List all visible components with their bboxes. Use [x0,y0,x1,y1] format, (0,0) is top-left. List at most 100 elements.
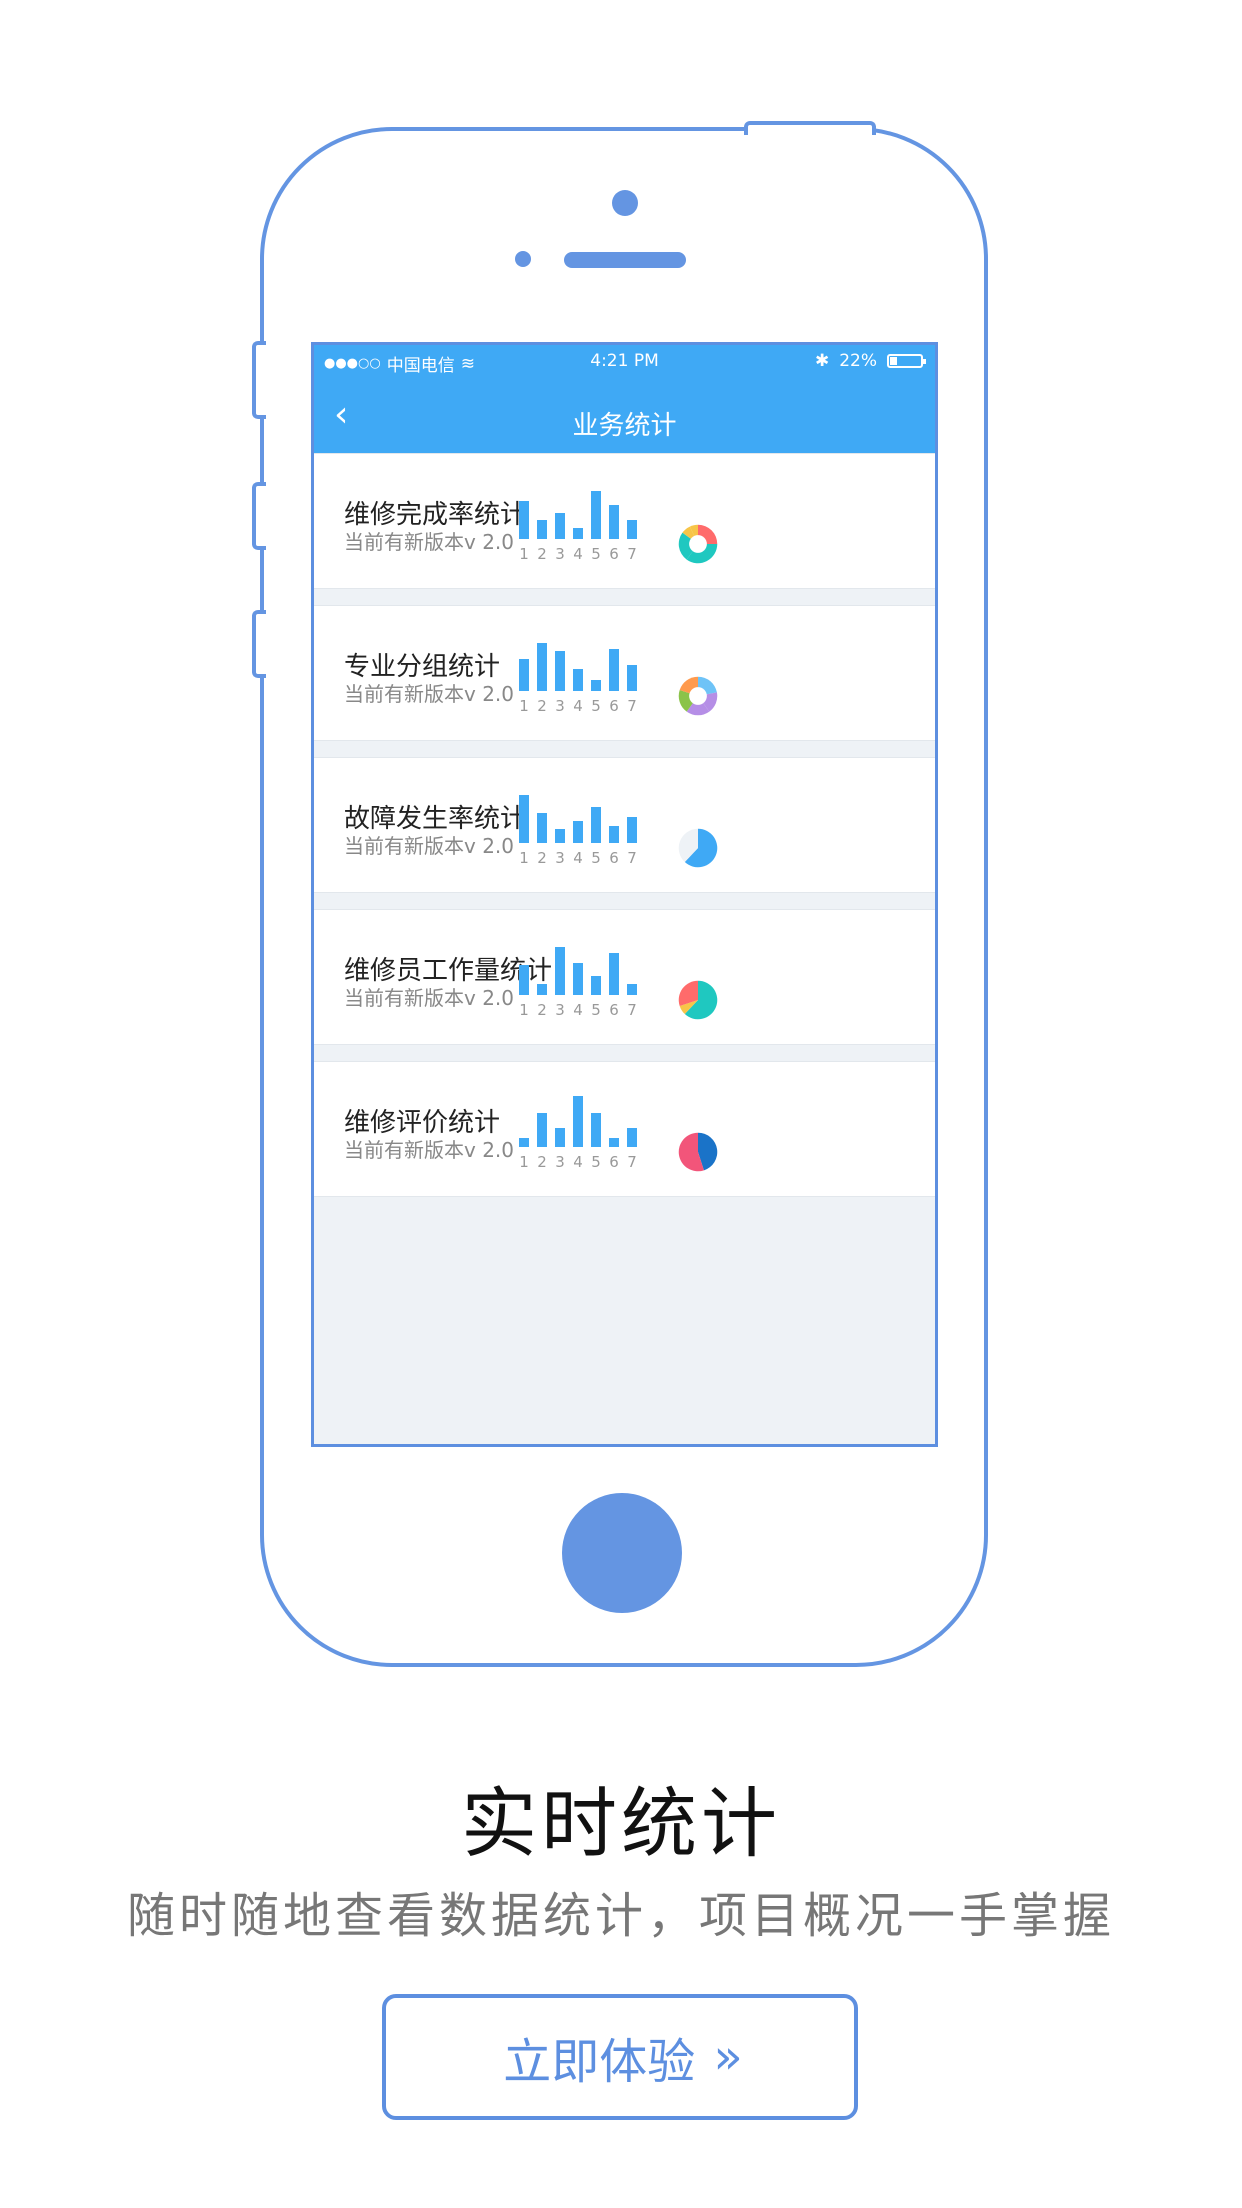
mini-pie-chart [678,676,718,716]
chart-tick-label: 6 [609,1001,619,1019]
chart-bar [573,1096,583,1147]
chart-tick-label: 7 [627,545,637,563]
chart-bar [519,659,529,691]
chart-bar [555,829,565,843]
front-camera [612,190,638,216]
chart-tick-label: 3 [555,849,565,867]
chart-bar [591,680,601,691]
chart-bar [609,649,619,691]
chart-tick-label: 4 [573,1153,583,1171]
chart-tick-label: 2 [537,697,547,715]
donut-hole [689,687,707,705]
chart-tick-label: 2 [537,1153,547,1171]
chart-tick-label: 2 [537,545,547,563]
chart-tick-label: 4 [573,545,583,563]
volume-down-button [252,610,266,678]
chart-tick-label: 7 [627,1001,637,1019]
chart-bar [591,976,601,995]
chart-tick-label: 2 [537,1001,547,1019]
chart-tick-label: 1 [519,849,529,867]
battery-percent: 22% [839,351,877,371]
chart-tick-label: 1 [519,697,529,715]
chart-bar [627,1128,637,1147]
chart-bar [609,1138,619,1147]
chart-tick-label: 1 [519,1153,529,1171]
chart-bar [537,520,547,539]
chart-bar [555,1128,565,1147]
power-button [744,121,876,135]
chart-bar [573,669,583,691]
stat-card[interactable]: 专业分组统计 当前有新版本v 2.0 1 2 3 4 5 6 7 [314,605,935,741]
home-button[interactable] [562,1493,682,1613]
chart-bar [519,1138,529,1147]
chart-tick-label: 7 [627,697,637,715]
chart-tick-label: 4 [573,1001,583,1019]
donut-hole [689,535,707,553]
chart-tick-label: 3 [555,545,565,563]
chart-bar [627,520,637,539]
chart-bar [573,528,583,539]
chart-bar [591,1113,601,1147]
chart-tick-label: 4 [573,697,583,715]
chart-tick-label: 3 [555,697,565,715]
chart-bar [573,821,583,843]
chart-bar [609,953,619,995]
chart-bar [555,513,565,539]
chart-tick-label: 5 [591,1001,601,1019]
chart-tick-label: 5 [591,849,601,867]
chart-bar [537,813,547,843]
chart-tick-label: 1 [519,1001,529,1019]
chart-tick-label: 5 [591,697,601,715]
chart-bar [537,1113,547,1147]
chart-tick-label: 1 [519,545,529,563]
mute-switch [252,341,266,419]
chart-bar [555,651,565,691]
chart-tick-label: 6 [609,545,619,563]
stat-card-subtitle: 当前有新版本v 2.0 [344,1138,514,1162]
stat-card-subtitle: 当前有新版本v 2.0 [344,986,514,1010]
earpiece-speaker [564,252,686,268]
promo-headline: 实时统计 [461,1779,781,1868]
promo-subline: 随时随地查看数据统计，项目概况一手掌握 [126,1888,1115,1944]
mini-bar-chart: 1234567 [519,1062,689,1252]
chart-tick-label: 6 [609,1153,619,1171]
page-title: 业务统计 [572,411,677,441]
app-header: ●●●○○ 中国电信 ≋ 4:21 PM ✱ 22% ‹ 业务统计 [314,345,935,455]
chart-tick-label: 5 [591,545,601,563]
chart-tick-label: 6 [609,697,619,715]
mini-pie-chart [678,1132,718,1172]
chart-tick-label: 7 [627,849,637,867]
stat-card[interactable]: 维修完成率统计 当前有新版本v 2.0 1 2 3 4 5 6 7 [314,453,935,589]
chart-bar [627,984,637,995]
phone-screen: ●●●○○ 中国电信 ≋ 4:21 PM ✱ 22% ‹ 业务统计 维修完成率统… [311,342,938,1447]
status-bar: ●●●○○ 中国电信 ≋ 4:21 PM ✱ 22% [314,351,935,376]
chart-bar [519,501,529,539]
chart-bar [591,491,601,539]
stat-card-subtitle: 当前有新版本v 2.0 [344,530,514,554]
stat-card[interactable]: 维修员工作量统计 当前有新版本v 2.0 1 2 3 4 5 6 7 [314,909,935,1045]
stat-card[interactable]: 维修评价统计 当前有新版本v 2.0 1 2 3 4 5 6 7 [314,1061,935,1197]
chart-tick-label: 6 [609,849,619,867]
volume-up-button [252,482,266,550]
chart-bar [519,795,529,843]
try-now-button[interactable]: 立即体验 » [382,1994,858,2120]
double-chevron-right-icon: » [713,2029,742,2085]
mini-pie-chart [678,524,718,564]
try-now-label: 立即体验 [503,2034,696,2090]
chart-tick-label: 2 [537,849,547,867]
chart-bar [573,963,583,995]
mini-pie-chart [678,980,718,1020]
bluetooth-icon: ✱ [814,351,830,371]
chart-bar [609,505,619,539]
chart-bar [537,984,547,995]
mini-pie-chart [678,828,718,868]
proximity-sensor [515,251,531,267]
stat-card-subtitle: 当前有新版本v 2.0 [344,682,514,706]
battery-level [890,357,897,365]
chart-bar [591,807,601,843]
chart-bar [537,643,547,691]
chart-bar [627,817,637,843]
stat-card[interactable]: 故障发生率统计 当前有新版本v 2.0 1 2 3 4 5 6 7 [314,757,935,893]
chart-tick-label: 7 [627,1153,637,1171]
chart-tick-label: 3 [555,1153,565,1171]
